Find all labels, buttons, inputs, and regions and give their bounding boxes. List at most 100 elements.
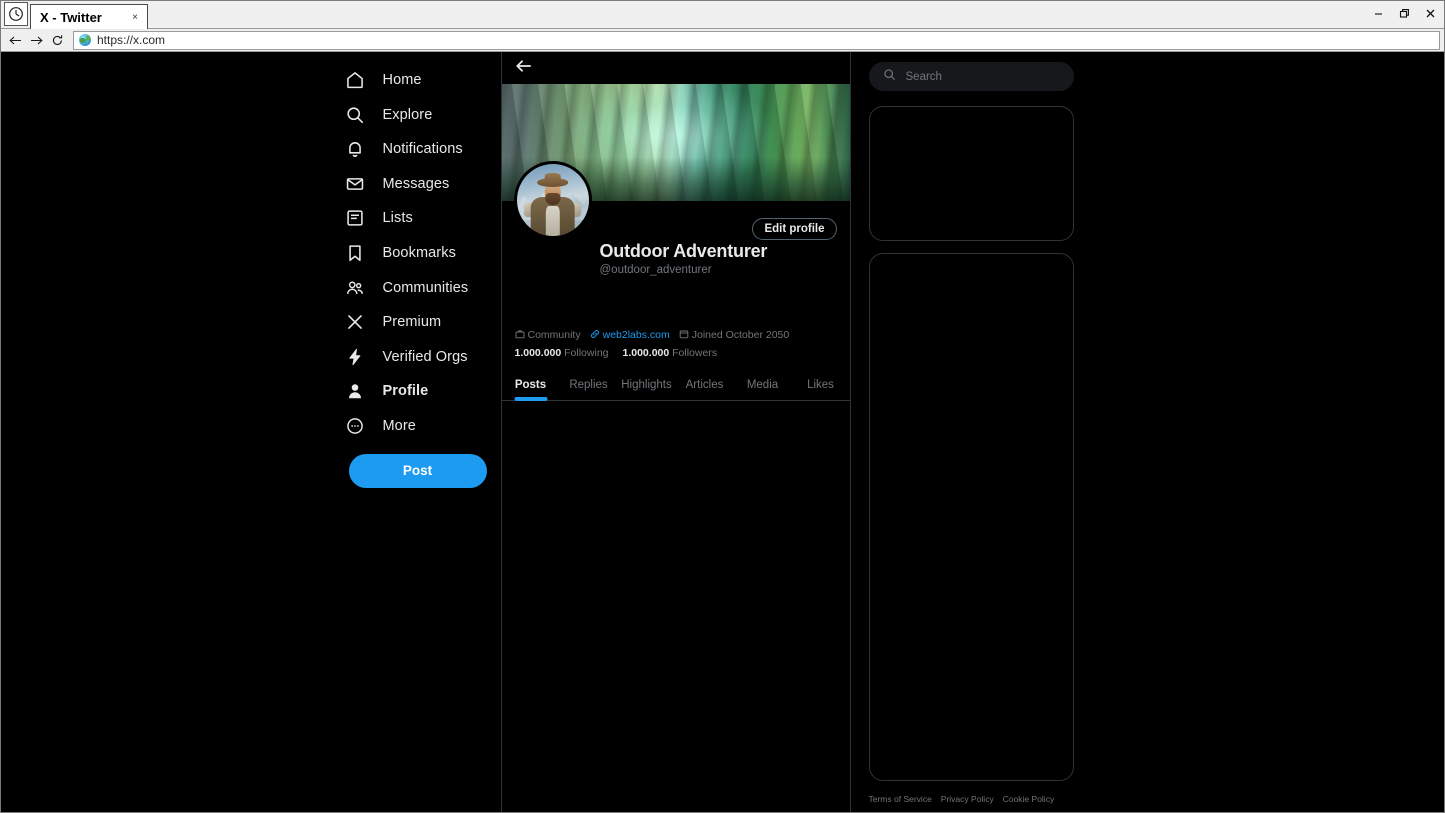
list-icon bbox=[344, 207, 366, 229]
page-viewport: Home Explore Notifications Messages List… bbox=[1, 52, 1444, 812]
sidebar-item-communities[interactable]: Communities bbox=[344, 271, 483, 305]
sidebar-item-more[interactable]: More bbox=[344, 409, 430, 443]
tab-posts[interactable]: Posts bbox=[502, 371, 560, 400]
close-icon[interactable]: × bbox=[129, 12, 141, 23]
profile-counts: 1.000.000 Following 1.000.000 Followers bbox=[515, 342, 837, 359]
tab-articles[interactable]: Articles bbox=[676, 371, 734, 400]
profile-community: Community bbox=[515, 329, 581, 342]
edit-profile-button[interactable]: Edit profile bbox=[752, 218, 837, 240]
profile-column: Edit profile Outdoor Adventurer @outdoor… bbox=[500, 52, 851, 812]
profile-joined-label: Joined October 2050 bbox=[691, 329, 790, 342]
profile-website[interactable]: web2labs.com bbox=[590, 329, 670, 342]
browser-tab[interactable]: X - Twitter × bbox=[30, 4, 148, 29]
lightning-icon bbox=[344, 346, 366, 368]
profile-joined: Joined October 2050 bbox=[679, 329, 789, 342]
sidebar-item-label: More bbox=[382, 417, 416, 434]
profile-info: Edit profile Outdoor Adventurer @outdoor… bbox=[502, 161, 850, 359]
site-favicon-icon bbox=[79, 34, 91, 46]
sidebar-item-profile[interactable]: Profile bbox=[344, 374, 443, 408]
person-icon bbox=[344, 380, 366, 402]
clock-icon bbox=[4, 2, 28, 26]
sidebar-item-label: Notifications bbox=[382, 141, 463, 158]
tab-highlights[interactable]: Highlights bbox=[618, 371, 676, 400]
footer-link[interactable]: Cookie Policy bbox=[1003, 793, 1055, 805]
avatar-image bbox=[516, 164, 589, 236]
sidebar-item-lists[interactable]: Lists bbox=[344, 201, 427, 235]
sidebar-item-label: Lists bbox=[382, 210, 413, 227]
tab-media[interactable]: Media bbox=[734, 371, 792, 400]
post-button[interactable]: Post bbox=[348, 453, 487, 488]
tab-replies[interactable]: Replies bbox=[560, 371, 618, 400]
following-count[interactable]: 1.000.000 Following bbox=[515, 347, 609, 359]
avatar[interactable] bbox=[513, 161, 592, 239]
envelope-icon bbox=[344, 173, 366, 195]
sidebar-item-label: Messages bbox=[382, 175, 450, 192]
bell-icon bbox=[344, 138, 366, 160]
close-button[interactable] bbox=[1418, 3, 1442, 23]
url-text: https://x.com bbox=[97, 33, 166, 47]
sidebar-item-explore[interactable]: Explore bbox=[344, 98, 447, 132]
back-icon[interactable] bbox=[5, 30, 26, 50]
calendar-icon bbox=[679, 329, 689, 342]
browser-toolbar: https://x.com bbox=[1, 29, 1444, 52]
sidebar-item-label: Explore bbox=[382, 106, 433, 123]
search-icon bbox=[883, 68, 896, 86]
right-sidebar: Search Terms of Service Privacy Policy C… bbox=[851, 52, 1201, 812]
footer-link[interactable]: Terms of Service bbox=[869, 793, 932, 805]
people-icon bbox=[344, 277, 366, 299]
sidebar-item-label: Verified Orgs bbox=[382, 348, 468, 365]
sidebar-item-notifications[interactable]: Notifications bbox=[344, 132, 477, 166]
search-input[interactable]: Search bbox=[868, 62, 1074, 91]
sidebar-item-label: Premium bbox=[382, 314, 442, 331]
following-value: 1.000.000 bbox=[514, 346, 562, 359]
profile-community-label: Community bbox=[527, 329, 581, 342]
tab-strip: X - Twitter × bbox=[30, 0, 148, 29]
sidebar-item-home[interactable]: Home bbox=[344, 63, 436, 97]
profile-header-bar bbox=[502, 52, 850, 84]
link-icon bbox=[590, 329, 600, 342]
profile-feed bbox=[502, 401, 850, 812]
sidebar-item-label: Bookmarks bbox=[382, 244, 456, 261]
briefcase-icon bbox=[515, 329, 525, 342]
x-app: Home Explore Notifications Messages List… bbox=[1, 52, 1444, 812]
reload-icon[interactable] bbox=[47, 30, 68, 50]
window-controls bbox=[1366, 3, 1442, 23]
sidebar-item-messages[interactable]: Messages bbox=[344, 167, 464, 201]
forward-icon[interactable] bbox=[26, 30, 47, 50]
profile-website-label[interactable]: web2labs.com bbox=[603, 329, 670, 341]
home-icon bbox=[344, 69, 366, 91]
footer-links: Terms of Service Privacy Policy Cookie P… bbox=[869, 793, 1084, 812]
maximize-button[interactable] bbox=[1392, 3, 1416, 23]
followers-count[interactable]: 1.000.000 Followers bbox=[623, 347, 718, 359]
profile-tabs: Posts Replies Highlights Articles Media … bbox=[501, 371, 850, 401]
minimize-button[interactable] bbox=[1366, 3, 1390, 23]
title-bar: X - Twitter × bbox=[1, 1, 1444, 29]
footer-link[interactable]: MStV Transparenzangaben bbox=[869, 809, 972, 812]
profile-handle: @outdoor_adventurer bbox=[599, 263, 712, 276]
footer-link[interactable]: Privacy Policy bbox=[941, 793, 994, 805]
sidebar-panel-one[interactable] bbox=[868, 106, 1074, 241]
more-circle-icon bbox=[344, 415, 366, 437]
sidebar-item-verified-orgs[interactable]: Verified Orgs bbox=[344, 340, 482, 374]
sidebar-item-premium[interactable]: Premium bbox=[344, 305, 456, 339]
x-logo-icon bbox=[344, 311, 366, 333]
sidebar-item-label: Communities bbox=[382, 279, 469, 296]
followers-label: Followers bbox=[672, 346, 718, 359]
bookmark-icon bbox=[344, 242, 366, 264]
tab-likes[interactable]: Likes bbox=[792, 371, 850, 400]
profile-meta-row: Community web2labs.com Joined October 20… bbox=[515, 276, 837, 342]
footer-link[interactable]: Imprint bbox=[981, 809, 1007, 812]
address-bar[interactable]: https://x.com bbox=[73, 30, 1440, 50]
sidebar-item-label: Home bbox=[382, 72, 422, 88]
sidebar-item-label: Profile bbox=[382, 383, 429, 400]
back-arrow-icon[interactable] bbox=[515, 59, 532, 77]
sidebar-item-bookmarks[interactable]: Bookmarks bbox=[344, 236, 470, 270]
tab-title: X - Twitter bbox=[40, 9, 102, 25]
footer-link[interactable]: Accessibility bbox=[1016, 809, 1062, 812]
search-icon bbox=[344, 104, 366, 126]
following-label: Following bbox=[564, 346, 609, 359]
sidebar-panel-two[interactable] bbox=[868, 253, 1074, 781]
search-placeholder: Search bbox=[905, 70, 942, 83]
primary-navigation: Home Explore Notifications Messages List… bbox=[245, 52, 501, 812]
browser-window: X - Twitter × https://x.com Home Explore… bbox=[0, 0, 1445, 813]
